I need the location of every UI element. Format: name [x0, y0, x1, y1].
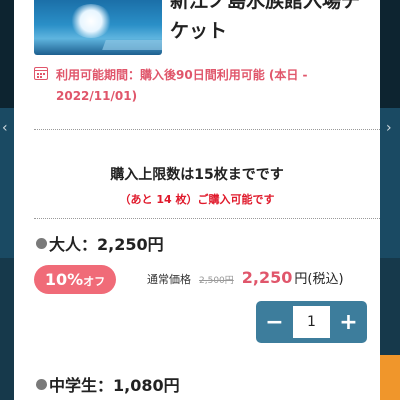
regular-price: 2,500円 — [199, 276, 234, 286]
bullet-icon — [36, 237, 47, 249]
student-heading-text: 中学生：1,080円 — [49, 376, 180, 395]
purchase-limit-text: 購入上限数は15枚までです — [110, 167, 284, 183]
calendar-icon — [34, 67, 48, 80]
student-price-heading: 中学生：1,080円 — [36, 372, 180, 396]
sale-price: 2,250 — [241, 268, 293, 287]
sale-price-unit: 円(税込) — [294, 272, 344, 287]
background-orange-button — [380, 355, 400, 400]
discount-badge: 10%オフ — [34, 265, 116, 294]
validity-period: 利用可能期間：購入後90日間利用可能 (本日 - 2022/11/01) — [34, 65, 354, 107]
increment-button[interactable]: + — [330, 301, 367, 343]
discount-off-label: オフ — [83, 275, 106, 288]
adult-price-row: 通常価格 2,500円 2,250 円(税込) — [147, 268, 344, 287]
adult-quantity-stepper: − + — [256, 301, 367, 343]
ticket-title-line1: 新江ノ島水族館入場チ — [170, 0, 361, 12]
adult-heading-text: 大人：2,250円 — [49, 235, 164, 254]
carousel-next-icon: › — [386, 120, 392, 136]
splash-graphic — [70, 4, 112, 38]
section-divider — [34, 129, 380, 130]
adult-quantity-input[interactable] — [293, 306, 330, 338]
discount-percent: 10% — [44, 270, 84, 289]
ticket-title: 新江ノ島水族館入場チ ケット — [170, 0, 375, 46]
aquarium-photo — [34, 0, 162, 55]
regular-price-label: 通常価格 — [147, 273, 191, 286]
bullet-icon — [36, 378, 47, 390]
validity-period-text: 利用可能期間：購入後90日間利用可能 (本日 - 2022/11/01) — [56, 68, 308, 103]
carousel-prev-icon: ‹ — [2, 120, 8, 136]
ticket-title-line2: ケット — [170, 20, 228, 42]
pool-rail-graphic — [102, 40, 162, 50]
section-divider — [34, 218, 380, 219]
remaining-count-text: （あと 14 枚）ご購入可能です — [119, 193, 275, 206]
adult-price-heading: 大人：2,250円 — [36, 231, 164, 255]
decrement-button[interactable]: − — [256, 301, 293, 343]
ticket-purchase-modal: 新江ノ島水族館入場チ ケット 利用可能期間：購入後90日間利用可能 (本日 - … — [14, 0, 380, 400]
